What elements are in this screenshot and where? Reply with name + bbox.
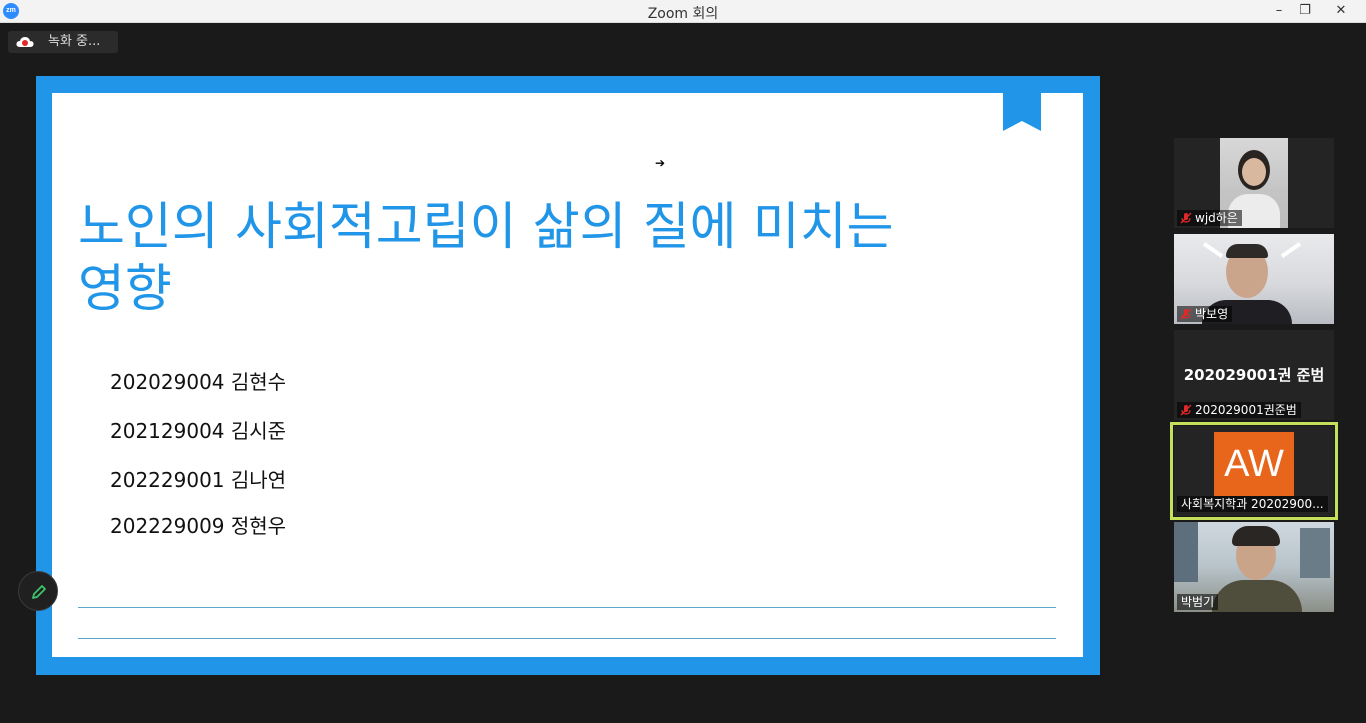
presentation-slide: ➔ 노인의 사회적고립이 삶의 질에 미치는 영향 202029004 김현수 …	[52, 93, 1083, 657]
ceiling-light	[1280, 242, 1302, 258]
member-entry: 202029004 김현수	[110, 370, 287, 394]
participant-tile[interactable]: 박범기	[1174, 522, 1334, 612]
slide-title-line-1: 노인의 사회적고립이 삶의 질에 미치는	[78, 198, 894, 257]
slide-divider	[78, 638, 1056, 639]
annotate-button[interactable]	[18, 571, 58, 611]
participant-name: 박보영	[1177, 306, 1233, 322]
close-button[interactable]: ✕	[1318, 0, 1364, 23]
participant-hair	[1232, 526, 1280, 546]
shared-screen: ➔ 노인의 사회적고립이 삶의 질에 미치는 영향 202029004 김현수 …	[36, 76, 1100, 675]
participant-tile[interactable]: 202029001권 준범 202029001권준범	[1174, 330, 1334, 420]
participant-shoulders	[1212, 580, 1302, 612]
participant-name-text: wjd하은	[1195, 211, 1238, 225]
pencil-icon	[32, 585, 46, 599]
mic-muted-icon	[1180, 212, 1192, 224]
member-entry: 202229009 정현우	[110, 514, 287, 538]
participant-name-text: 박범기	[1181, 595, 1215, 609]
member-entry: 202129004 김시준	[110, 419, 287, 443]
recording-indicator[interactable]: 녹화 중...	[8, 31, 118, 53]
background-window	[1174, 522, 1198, 582]
participant-tile[interactable]: wjd하은	[1174, 138, 1334, 228]
window-title: Zoom 회의	[647, 6, 719, 22]
mic-muted-icon	[1180, 308, 1192, 320]
participant-name-text: 박보영	[1195, 307, 1229, 321]
participant-name: wjd하은	[1177, 210, 1242, 226]
mic-muted-icon	[1180, 404, 1192, 416]
background-window	[1300, 528, 1330, 578]
recording-label: 녹화 중...	[48, 34, 101, 49]
bookmark-icon	[1003, 93, 1041, 131]
participant-name-text: 202029001권준범	[1195, 403, 1297, 417]
participant-name: 박범기	[1177, 594, 1219, 610]
slide-title-line-2: 영향	[78, 260, 172, 319]
remote-cursor-icon: ➔	[655, 156, 666, 170]
participant-hair	[1226, 244, 1268, 258]
member-entry: 202229001 김나연	[110, 468, 287, 492]
participant-display-name: 202029001권 준범	[1183, 366, 1325, 384]
participant-tile[interactable]: 박보영	[1174, 234, 1334, 324]
slide-divider	[78, 607, 1056, 608]
ceiling-light	[1202, 242, 1224, 258]
slide-title: 노인의 사회적고립이 삶의 질에 미치는 영향	[78, 197, 978, 321]
restore-button[interactable]: ❐	[1290, 0, 1320, 23]
participant-name: 202029001권준범	[1177, 402, 1301, 418]
active-speaker-highlight	[1170, 422, 1338, 520]
participant-face	[1242, 158, 1266, 186]
cloud-record-icon	[16, 37, 34, 47]
window-title-bar: zm Zoom 회의 – ❐ ✕	[0, 0, 1366, 23]
